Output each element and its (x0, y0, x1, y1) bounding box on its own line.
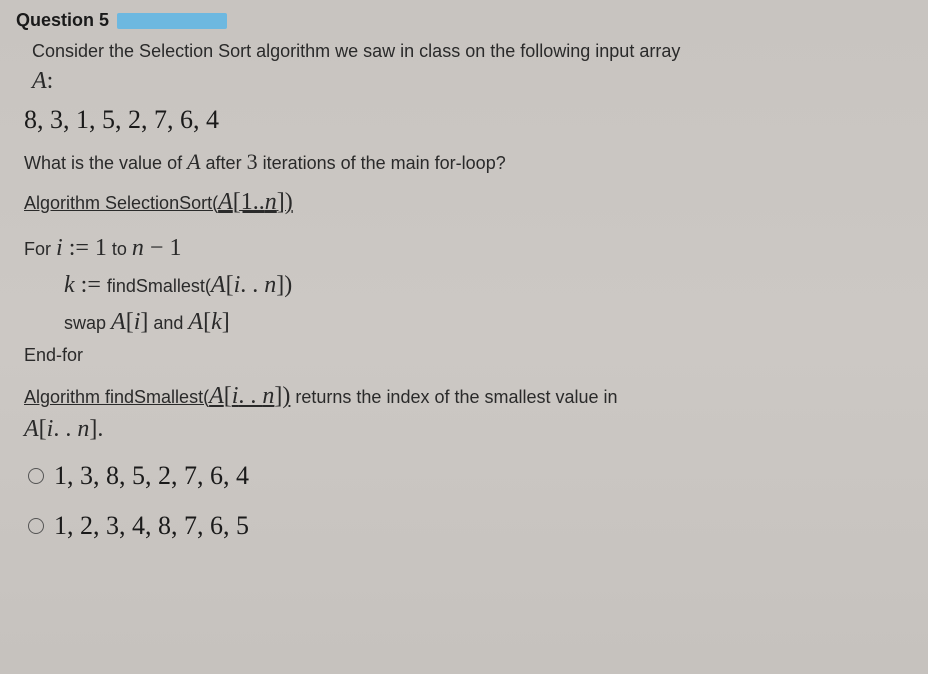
redacted-badge (117, 13, 227, 29)
radio-icon[interactable] (28, 468, 44, 484)
for-line: For i := 1 to n − 1 (24, 230, 912, 267)
alg1-close: ]) (277, 189, 293, 215)
alg1-A: A (218, 189, 233, 215)
alg2-close: ]) (274, 383, 290, 409)
algorithm-body: For i := 1 to n − 1 k := findSmallest(A[… (24, 230, 912, 369)
input-array: 8, 3, 1, 5, 2, 7, 6, 4 (24, 105, 912, 135)
k-var: k (64, 272, 75, 298)
array-name-line: A: (32, 68, 912, 95)
alg1-range: [1.. (233, 189, 265, 215)
option-2-text: 1, 2, 3, 4, 8, 7, 6, 5 (54, 511, 249, 541)
alg1-prefix: Algorithm SelectionSort( (24, 193, 218, 213)
swap-Ak-close: ] (222, 309, 230, 335)
radio-icon[interactable] (28, 518, 44, 534)
algorithm-selectionsort-title: Algorithm SelectionSort(A[1..n]) (24, 189, 912, 216)
for-1b: 1 (169, 235, 181, 261)
question-header: Question 5 (16, 10, 912, 31)
alg2-n: n (262, 383, 274, 409)
for-to: to (107, 239, 132, 259)
q-var-A: A (187, 149, 200, 174)
question-prompt: What is the value of A after 3 iteration… (24, 149, 912, 175)
ain-n: n (77, 416, 89, 442)
k-open: [ (226, 272, 234, 298)
swap-Ak-A: A (188, 309, 203, 335)
for-kw: For (24, 239, 56, 259)
endfor-line: End-for (24, 342, 912, 370)
alg2-open: [ (224, 383, 232, 409)
alg2-dots: . . (238, 383, 262, 409)
k-assign: := (75, 272, 107, 298)
question-number: Question 5 (16, 10, 109, 31)
swap-Ai-open: [ (126, 309, 134, 335)
colon: : (47, 68, 54, 94)
k-func: findSmallest( (107, 276, 211, 296)
intro-text: Consider the Selection Sort algorithm we… (32, 41, 912, 62)
q-pre: What is the value of (24, 153, 187, 173)
ain-open: [ (39, 416, 47, 442)
k-line: k := findSmallest(A[i. . n]) (24, 267, 912, 304)
swap-kw: swap (64, 313, 111, 333)
swap-line: swap A[i] and A[k] (24, 304, 912, 341)
alg2-returns: returns the index of the smallest value … (290, 387, 617, 407)
option-2[interactable]: 1, 2, 3, 4, 8, 7, 6, 5 (28, 511, 912, 541)
swap-Ak-open: [ (203, 309, 211, 335)
for-minus: − (144, 235, 170, 261)
swap-Ak-k: k (211, 309, 222, 335)
swap-Ai-A: A (111, 309, 126, 335)
alg2-prefix: Algorithm findSmallest( (24, 387, 209, 407)
k-close: ]) (276, 272, 292, 298)
k-n: n (264, 272, 276, 298)
swap-and: and (148, 313, 188, 333)
ain-A: A (24, 416, 39, 442)
a-i-n-line: A[i. . n]. (24, 416, 912, 443)
array-var-A: A (32, 68, 47, 94)
for-i: i (56, 235, 63, 261)
ain-dots: . . (53, 416, 77, 442)
k-dots: . . (240, 272, 264, 298)
ain-period: . (97, 416, 103, 442)
q-post: iterations of the main for-loop? (258, 153, 506, 173)
q-mid: after (201, 153, 247, 173)
for-n: n (132, 235, 144, 261)
k-A: A (211, 272, 226, 298)
option-1-text: 1, 3, 8, 5, 2, 7, 6, 4 (54, 461, 249, 491)
option-1[interactable]: 1, 3, 8, 5, 2, 7, 6, 4 (28, 461, 912, 491)
alg2-A: A (209, 383, 224, 409)
algorithm-findsmallest-title: Algorithm findSmallest(A[i. . n]) return… (24, 383, 912, 410)
for-assign: := (63, 235, 95, 261)
q-num: 3 (247, 149, 258, 174)
for-1: 1 (95, 235, 107, 261)
alg1-n: n (265, 189, 277, 215)
